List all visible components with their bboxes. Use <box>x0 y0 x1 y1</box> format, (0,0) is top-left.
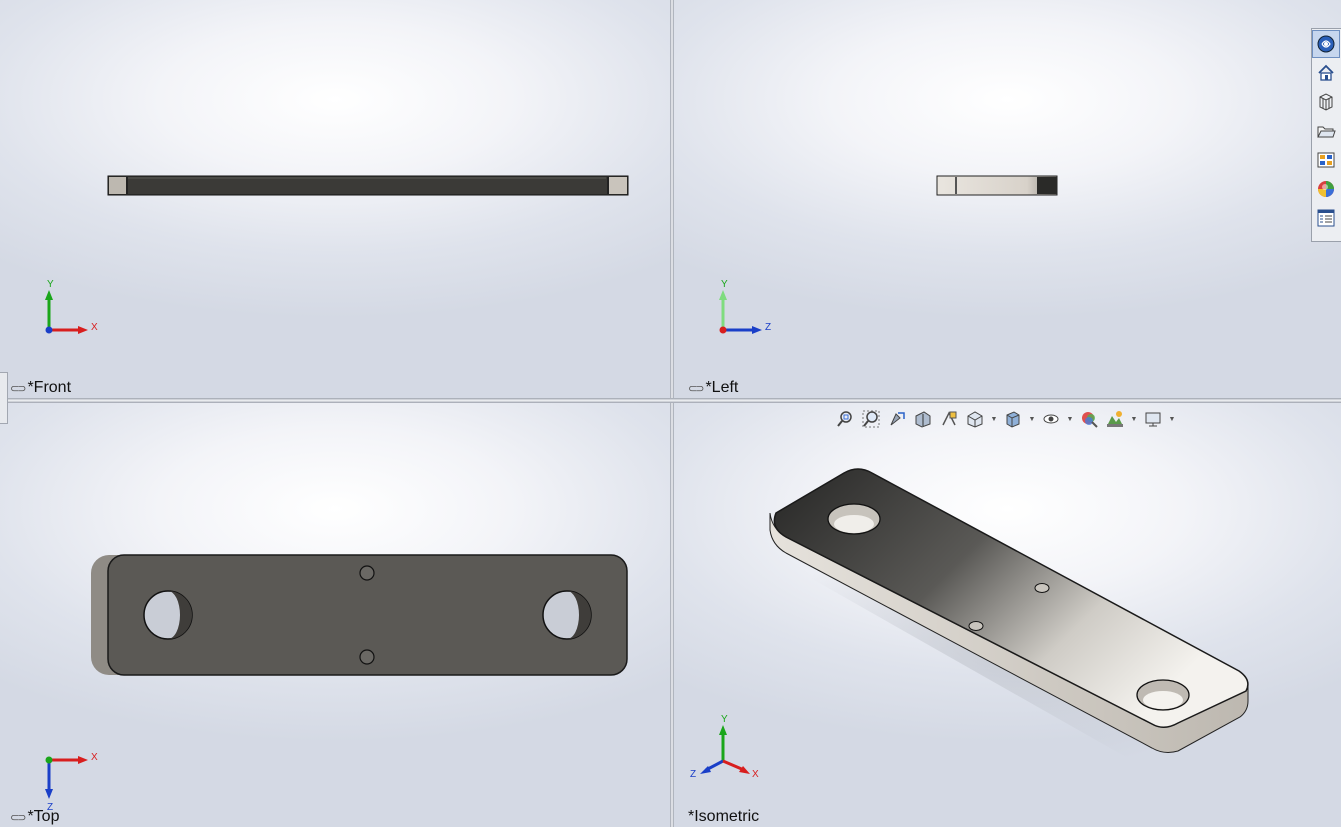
part-left-view[interactable] <box>674 0 1341 398</box>
axis-label-x: X <box>91 752 98 763</box>
edit-appearance-icon[interactable] <box>1078 408 1100 430</box>
axis-triad-left: Y Z <box>719 279 771 334</box>
zoom-to-area-icon[interactable] <box>860 408 882 430</box>
view-label-left: ⊂⊃ *Left <box>688 379 739 396</box>
solidworks-resources-icon[interactable] <box>1312 30 1340 58</box>
home-icon[interactable] <box>1312 59 1340 87</box>
viewport-isometric[interactable]: Y Z X *Isometric <box>674 403 1341 827</box>
custom-properties-icon[interactable] <box>1312 204 1340 232</box>
view-palette-icon[interactable] <box>1312 146 1340 174</box>
chevron-down-icon[interactable]: ▼ <box>1130 416 1138 423</box>
zoom-to-fit-icon[interactable] <box>834 408 856 430</box>
chevron-down-icon[interactable]: ▼ <box>1028 416 1036 423</box>
viewport-left[interactable]: Y Z ⊂⊃ *Left <box>674 0 1341 398</box>
view-settings-icon[interactable] <box>1142 408 1164 430</box>
axis-triad-front: Y X <box>45 279 98 334</box>
link-views-icon[interactable]: ⊂⊃ <box>10 811 27 824</box>
view-label-top: ⊂⊃ *Top <box>10 808 60 825</box>
axis-label-z: Z <box>765 322 771 333</box>
appearances-icon[interactable] <box>1312 175 1340 203</box>
chevron-down-icon[interactable]: ▼ <box>1066 416 1074 423</box>
dynamic-annotation-icon[interactable] <box>938 408 960 430</box>
chevron-down-icon[interactable]: ▼ <box>990 416 998 423</box>
display-style-icon[interactable] <box>1002 408 1024 430</box>
viewport-front[interactable]: Y X ⊂⊃ *Front <box>0 0 670 398</box>
link-views-icon[interactable]: ⊂⊃ <box>10 382 27 395</box>
axis-triad-top: Z X <box>45 752 98 810</box>
view-orientation-icon[interactable] <box>964 408 986 430</box>
axis-triad-isometric: Y Z X <box>690 714 759 780</box>
axis-label-x: X <box>752 769 759 780</box>
chevron-down-icon[interactable]: ▼ <box>1168 416 1176 423</box>
view-label-front: ⊂⊃ *Front <box>10 379 72 396</box>
hide-show-items-icon[interactable] <box>1040 408 1062 430</box>
section-view-icon[interactable] <box>912 408 934 430</box>
part-front-view[interactable] <box>0 0 670 398</box>
heads-up-view-toolbar: ▼ ▼ ▼ ▼ ▼ <box>834 408 1176 430</box>
previous-view-icon[interactable] <box>886 408 908 430</box>
task-pane <box>1311 28 1341 242</box>
viewport-splitter-horizontal[interactable] <box>0 398 1341 403</box>
axis-label-z: Z <box>690 769 696 780</box>
file-explorer-icon[interactable] <box>1312 117 1340 145</box>
viewport-splitter-vertical[interactable] <box>670 0 674 827</box>
axis-label-y: Y <box>721 714 728 725</box>
axis-label-y: Y <box>721 279 728 290</box>
viewport-top[interactable]: Z X ⊂⊃ *Top <box>0 403 670 827</box>
axis-label-x: X <box>91 322 98 333</box>
link-views-icon[interactable]: ⊂⊃ <box>688 382 705 395</box>
view-label-isometric: *Isometric <box>688 808 760 825</box>
axis-label-y: Y <box>47 279 54 290</box>
apply-scene-icon[interactable] <box>1104 408 1126 430</box>
featuremanager-flyout-tab[interactable] <box>0 372 8 424</box>
design-library-icon[interactable] <box>1312 88 1340 116</box>
